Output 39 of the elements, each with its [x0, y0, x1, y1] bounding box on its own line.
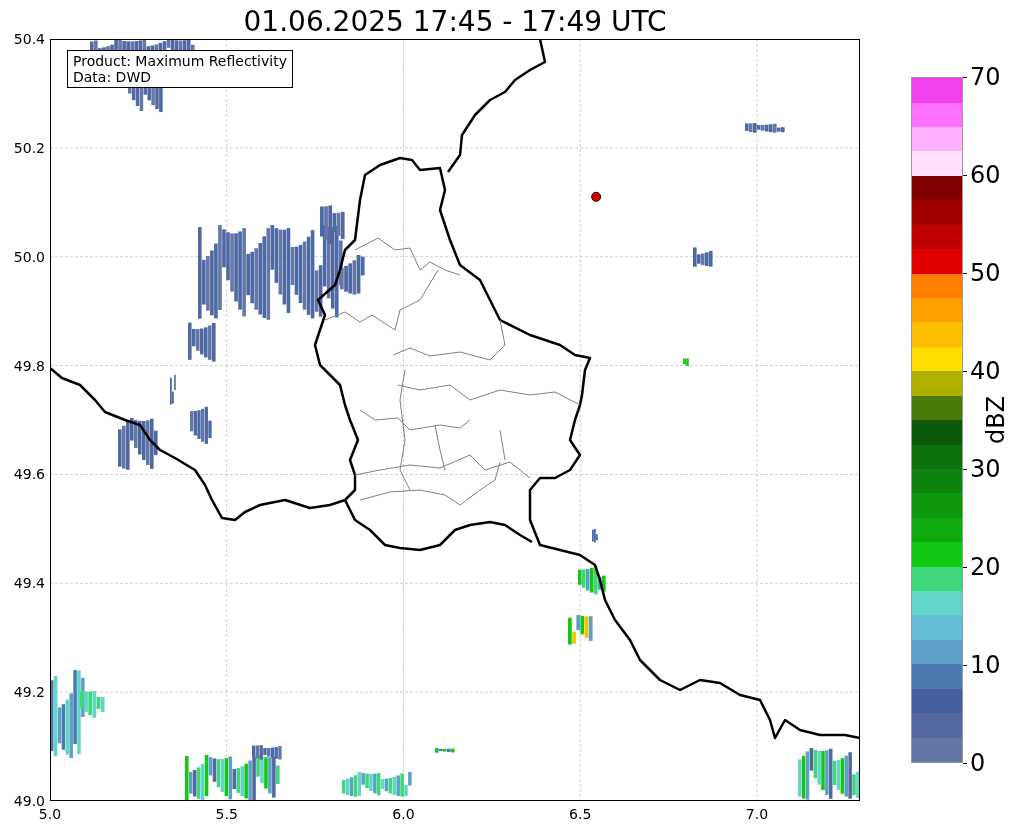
y-tick-label: 49.2 [13, 684, 45, 701]
radar-echo [118, 418, 158, 470]
colorbar-tick-label: 70 [970, 63, 1001, 91]
radar-echo [745, 123, 785, 133]
y-tick-label: 49.0 [13, 793, 45, 809]
x-tick-label: 6.0 [392, 806, 415, 822]
x-tick-label: 5.5 [215, 806, 238, 822]
y-tick-label: 50.0 [13, 248, 45, 265]
y-tick-label: 49.4 [13, 575, 45, 592]
y-tick-label: 49.8 [13, 357, 45, 374]
colorbar-tick-label: 40 [970, 357, 1001, 385]
radar-echo [683, 358, 689, 367]
legend-text: Data: DWD [73, 69, 152, 85]
colorbar-tick-label: 10 [970, 651, 1001, 679]
radar-echo [170, 375, 176, 405]
radar-echo [188, 322, 216, 362]
radar-echo [342, 772, 412, 797]
colorbar-tick-label: 60 [970, 161, 1001, 189]
y-tick-label: 50.2 [13, 139, 45, 156]
radar-echo [435, 748, 455, 753]
location-marker [591, 191, 602, 202]
colorbar-tick-label: 30 [970, 455, 1001, 483]
x-tick-label: 5.0 [38, 806, 62, 822]
colorbar-tick-label: 50 [970, 259, 1001, 287]
radar-echo [693, 247, 713, 267]
colorbar-label: dBZ [982, 395, 1011, 445]
radar-echo [798, 748, 860, 800]
radar-echo [190, 406, 212, 444]
legend-text: Product: Maximum Reflectivity [73, 53, 287, 69]
chart-title: 01.06.2025 17:45 - 17:49 UTC [242, 4, 668, 40]
y-tick-label: 49.6 [13, 466, 45, 483]
colorbar-tick-label: 0 [970, 749, 986, 777]
radar-echo [592, 529, 598, 543]
radar-echo [568, 615, 593, 645]
radar-echo [578, 566, 606, 595]
x-tick-label: 6.5 [569, 806, 592, 822]
x-tick-label: 7.0 [745, 806, 769, 822]
colorbar-tick-label: 20 [970, 553, 1001, 581]
y-tick-label: 50.4 [13, 31, 45, 47]
